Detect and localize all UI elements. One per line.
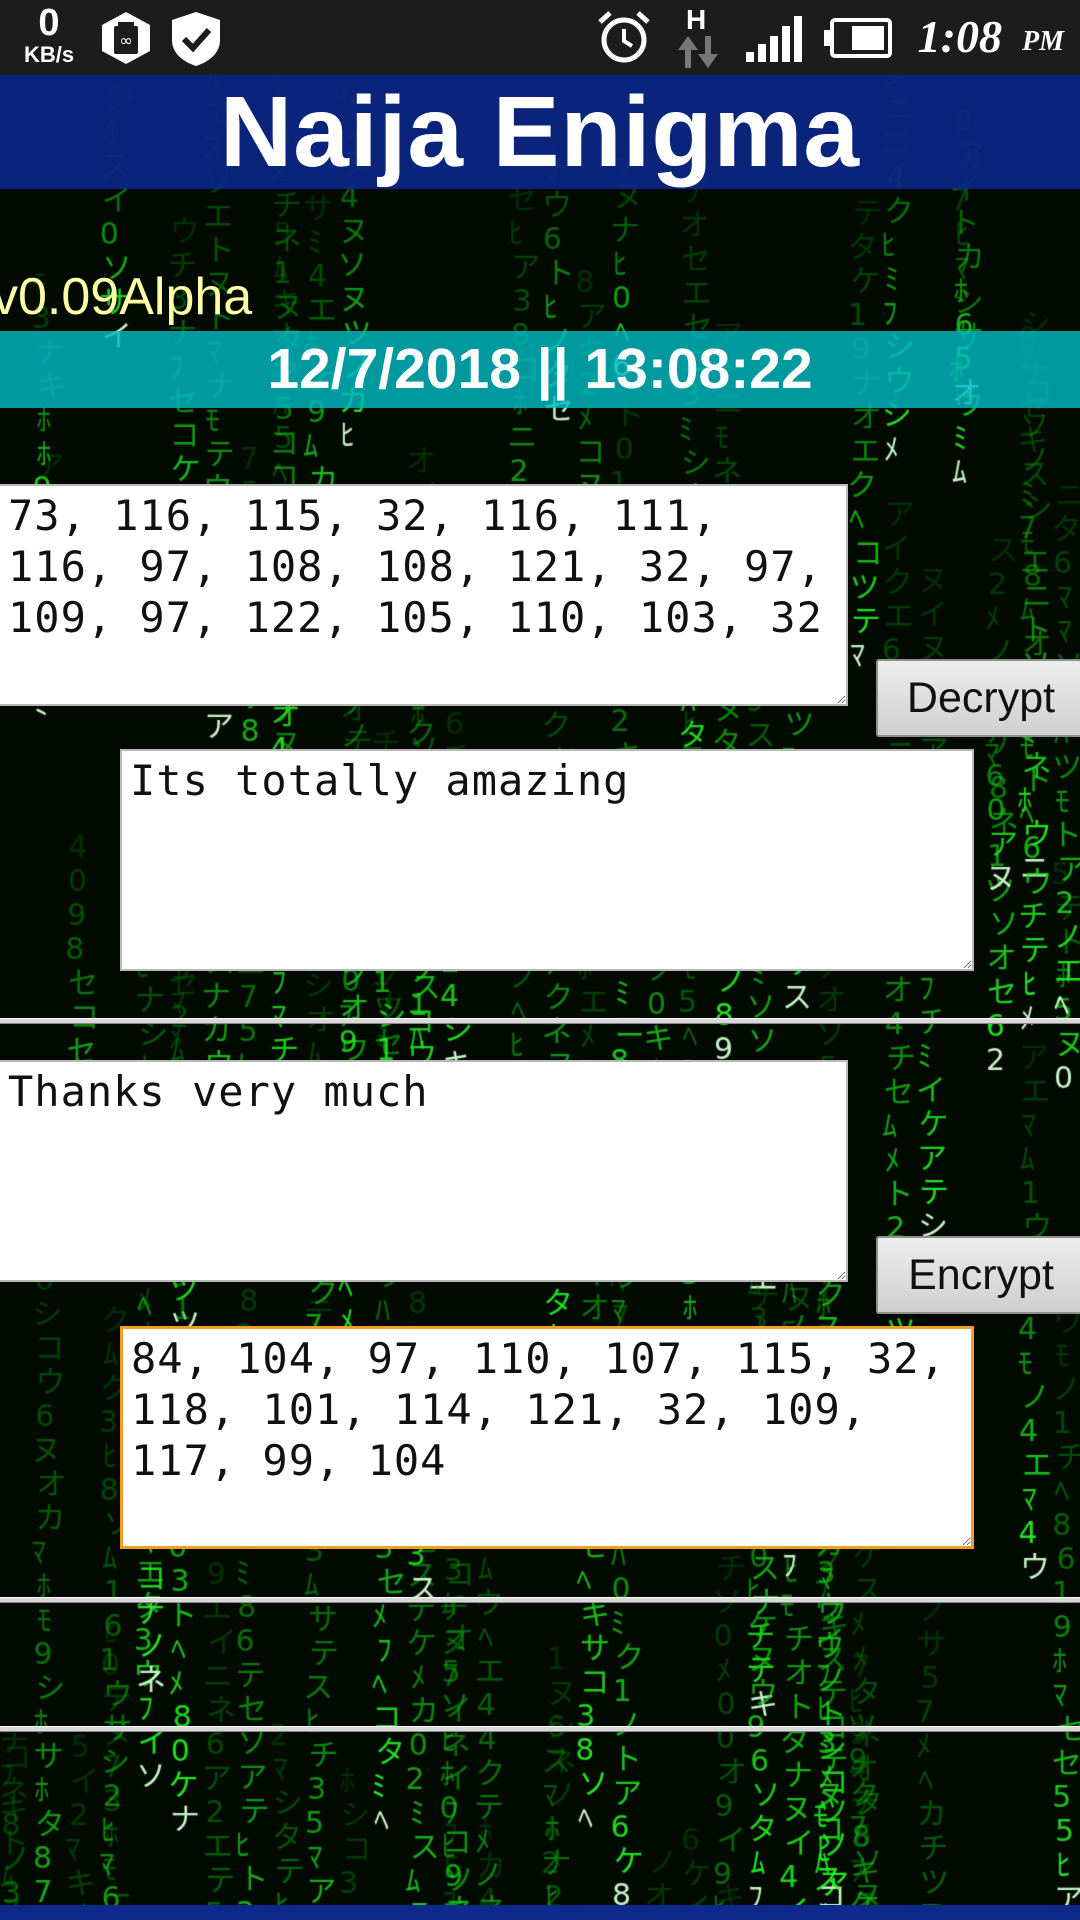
decrypted-output-field[interactable]: Its totally amazing xyxy=(120,749,974,971)
security-check-icon xyxy=(172,12,220,66)
app-header: Naija Enigma xyxy=(0,75,1080,189)
cipher-input-field[interactable]: 73, 116, 115, 32, 116, 111, 116, 97, 108… xyxy=(0,484,848,706)
clock-ampm: PM xyxy=(1022,26,1064,57)
section-divider xyxy=(0,1726,1080,1732)
clock-time: 1:08 xyxy=(917,11,1002,62)
net-speed-unit: KB/s xyxy=(23,42,75,67)
battery-icon xyxy=(824,18,892,58)
alarm-icon xyxy=(598,11,650,63)
plaintext-input-field[interactable]: Thanks very much xyxy=(0,1060,848,1282)
encrypted-output-field[interactable]: 84, 104, 97, 110, 107, 115, 32, 118, 101… xyxy=(120,1326,974,1549)
decrypt-button[interactable]: Decrypt xyxy=(876,659,1080,737)
net-speed-indicator: 0 KB/s xyxy=(20,4,78,66)
encrypt-button[interactable]: Encrypt xyxy=(876,1236,1080,1314)
section-divider xyxy=(0,1018,1080,1024)
battery-saver-icon: ∞ xyxy=(102,12,150,64)
app-title: Naija Enigma xyxy=(220,76,860,188)
section-divider xyxy=(0,1597,1080,1603)
date-time-bar: 12/7/2018 || 13:08:22 xyxy=(0,331,1080,408)
network-h-icon: H xyxy=(672,4,724,70)
date-time-text: 12/7/2018 || 13:08:22 xyxy=(267,337,813,401)
footer-strip xyxy=(0,1905,1080,1920)
network-type-label: H xyxy=(686,4,707,35)
status-bar: 0 KB/s ∞ H 1:08 PM xyxy=(0,0,1080,75)
version-label: v0.09Alpha xyxy=(0,268,253,326)
signal-icon xyxy=(746,16,802,62)
net-speed-value: 0 xyxy=(38,2,60,44)
svg-text:∞: ∞ xyxy=(119,31,132,50)
